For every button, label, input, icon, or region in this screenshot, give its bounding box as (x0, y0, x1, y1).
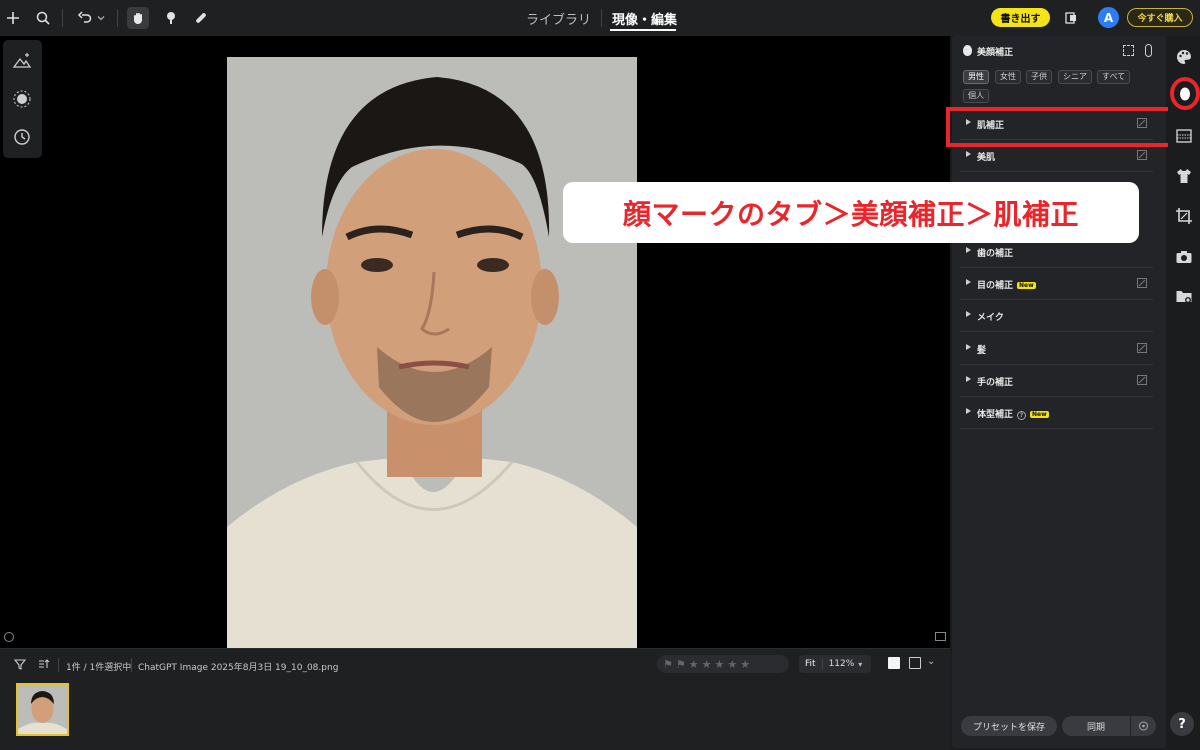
divider (131, 658, 132, 672)
star-icon[interactable]: ★ (715, 658, 725, 671)
expand-arrow-icon (966, 344, 971, 350)
expand-arrow-icon (966, 151, 971, 157)
portrait-photo (227, 57, 637, 648)
light-icon[interactable] (11, 88, 33, 110)
section-label: 手の補正 (977, 378, 1014, 388)
star-icon[interactable]: ★ (689, 658, 699, 671)
tab-library[interactable]: ライブラリ (526, 9, 591, 28)
zoom-control[interactable]: Fit 112% ▾ (799, 655, 871, 673)
face-icon[interactable] (1176, 85, 1194, 103)
section-eye-correction[interactable]: 目の補正 New (960, 268, 1153, 300)
expand-arrow-icon (966, 408, 971, 414)
reset-icon[interactable] (1145, 44, 1152, 57)
info-icon[interactable] (4, 632, 14, 642)
panel-toggle-icon[interactable] (935, 632, 946, 641)
selection-count: 1件 / 1件選択中 (66, 663, 132, 673)
sync-button[interactable]: 同期 (1062, 716, 1130, 736)
file-name: ChatGPT Image 2025年8月3日 19_10_08.png (138, 663, 339, 673)
divider (117, 9, 118, 27)
section-makeup[interactable]: メイク (960, 300, 1153, 332)
brush-icon[interactable] (160, 7, 182, 29)
chip-female[interactable]: 女性 (995, 70, 1021, 84)
star-icon[interactable]: ★ (727, 658, 737, 671)
new-badge: New (1030, 411, 1049, 418)
highlight-annotation (946, 107, 1173, 147)
gradient-icon[interactable] (1175, 127, 1193, 145)
photo-thumbnail[interactable] (16, 683, 69, 736)
expand-arrow-icon (966, 311, 971, 317)
crop-icon[interactable] (1175, 207, 1193, 225)
panel-title: 美顔補正 (977, 48, 1014, 58)
edit-icon[interactable] (1137, 375, 1147, 385)
compare-icon[interactable] (1060, 7, 1082, 29)
edit-icon[interactable] (1137, 150, 1147, 160)
section-label: 髪 (977, 346, 987, 356)
section-hair[interactable]: 髪 (960, 333, 1153, 365)
chip-male[interactable]: 男性 (963, 70, 989, 84)
tab-develop[interactable]: 現像・編集 (612, 9, 677, 28)
sort-icon[interactable] (38, 658, 52, 672)
expand-arrow-icon (966, 247, 971, 253)
auto-enhance-icon[interactable] (11, 50, 33, 72)
chevron-down-icon[interactable]: ⌄ (927, 656, 935, 667)
top-bar: ライブラリ 現像・編集 書き出す A 今すぐ購入 (0, 0, 1200, 36)
active-tab-indicator (610, 29, 676, 31)
section-label: メイク (977, 313, 1004, 323)
camera-icon[interactable] (1175, 248, 1193, 266)
face-detect-icon[interactable] (1123, 45, 1134, 56)
help-icon[interactable]: ? (1017, 411, 1027, 420)
rating-control[interactable]: ⚑ ⚑ ★ ★ ★ ★ ★ (657, 655, 789, 673)
folder-settings-icon[interactable] (1175, 287, 1193, 305)
plus-icon[interactable] (2, 7, 24, 29)
shirt-icon[interactable] (1175, 167, 1193, 185)
search-icon[interactable] (32, 7, 54, 29)
chip-child[interactable]: 子供 (1026, 70, 1052, 84)
expand-arrow-icon (966, 279, 971, 285)
buy-now-button[interactable]: 今すぐ購入 (1127, 8, 1193, 27)
sync-options-button[interactable] (1131, 716, 1156, 736)
face-icon (963, 45, 972, 56)
bandage-icon[interactable] (190, 7, 212, 29)
section-label: 体型補正? New (977, 407, 1049, 420)
new-badge: New (1017, 282, 1036, 289)
palette-icon[interactable] (1175, 48, 1193, 66)
help-button[interactable]: ? (1170, 712, 1194, 736)
section-label-text: 体型補正 (977, 410, 1014, 420)
edit-icon[interactable] (1137, 278, 1147, 288)
edit-icon[interactable] (1137, 343, 1147, 353)
fit-button[interactable]: Fit (799, 659, 823, 669)
star-icon[interactable]: ★ (740, 658, 750, 671)
filter-icon[interactable] (13, 658, 28, 672)
left-toolbar (3, 40, 42, 158)
before-after-icon[interactable] (909, 657, 921, 669)
export-button[interactable]: 書き出す (991, 8, 1050, 27)
chip-all[interactable]: すべて (1097, 70, 1131, 84)
chevron-down-icon[interactable]: ▾ (858, 660, 862, 669)
chip-senior[interactable]: シニア (1058, 70, 1092, 84)
avatar[interactable]: A (1098, 7, 1119, 28)
section-label-text: 目の補正 (977, 281, 1014, 291)
flag-icon[interactable]: ⚑ (663, 658, 673, 671)
expand-arrow-icon (966, 376, 971, 382)
undo-icon[interactable] (74, 7, 96, 29)
divider (62, 9, 63, 27)
zoom-level[interactable]: 112% (823, 659, 859, 669)
chevron-down-icon[interactable] (94, 7, 108, 29)
reject-flag-icon[interactable]: ⚑ (676, 658, 686, 671)
star-icon[interactable]: ★ (702, 658, 712, 671)
chip-individual[interactable]: 個人 (963, 89, 989, 103)
divider (58, 658, 59, 672)
section-body-correction[interactable]: 体型補正? New (960, 397, 1153, 429)
divider (601, 9, 602, 27)
section-label: 美肌 (977, 153, 996, 163)
history-icon[interactable] (11, 126, 33, 148)
section-hand-correction[interactable]: 手の補正 (960, 365, 1153, 397)
save-preset-button[interactable]: プリセットを保存 (961, 716, 1057, 736)
section-label: 目の補正 New (977, 278, 1036, 291)
section-label: 歯の補正 (977, 249, 1014, 259)
single-view-icon[interactable] (888, 657, 900, 669)
instruction-callout: 顔マークのタブ＞美顔補正＞肌補正 (563, 182, 1139, 243)
hand-icon[interactable] (127, 7, 149, 29)
